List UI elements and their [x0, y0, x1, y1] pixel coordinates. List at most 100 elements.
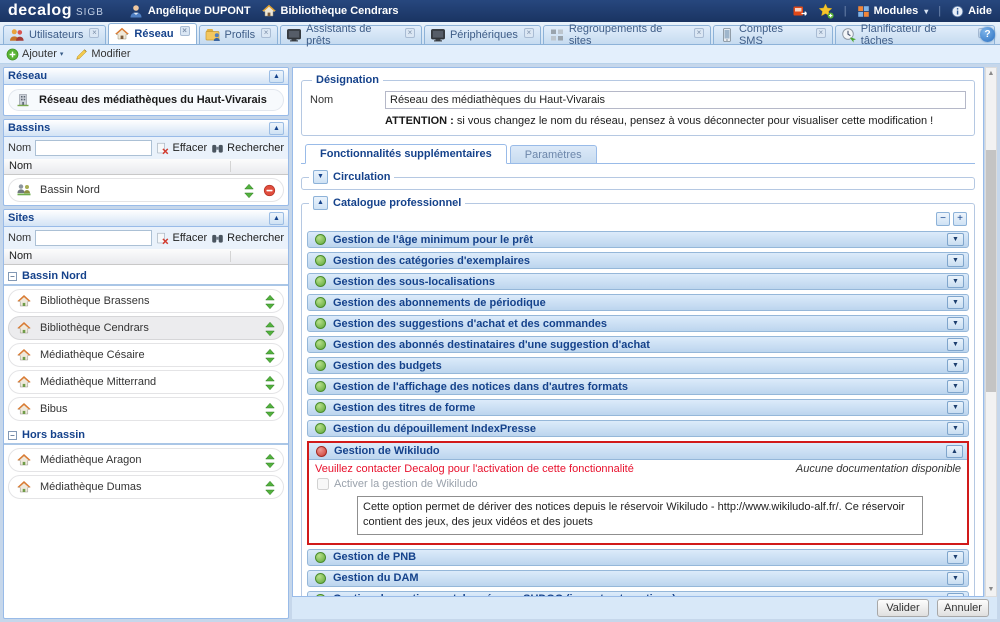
detail-tab[interactable]: Fonctionnalités supplémentaires	[305, 144, 507, 164]
sort-arrows-icon[interactable]	[243, 183, 255, 198]
bassins-filter-input[interactable]	[35, 140, 152, 156]
tree-collapse-icon[interactable]: –	[8, 431, 17, 440]
collapse-panel-icon[interactable]: ▲	[269, 70, 284, 83]
feature-header[interactable]: Gestion des budgets▼	[307, 357, 969, 374]
sites-column-header[interactable]: Nom	[4, 249, 288, 265]
network-item[interactable]: Réseau des médiathèques du Haut-Vivarais	[8, 89, 284, 111]
sort-arrows-icon[interactable]	[264, 480, 276, 495]
edit-button[interactable]: Modifier	[75, 48, 130, 61]
bassin-row[interactable]: Bassin Nord	[8, 178, 284, 202]
vertical-scrollbar[interactable]: ▲ ▼	[985, 67, 997, 597]
tab-close-icon[interactable]: ×	[816, 28, 826, 38]
feature-header[interactable]: Gestion de l'âge minimum pour le prêt▼	[307, 231, 969, 248]
expand-feature-icon[interactable]: ▼	[947, 380, 964, 393]
add-button[interactable]: Ajouter ▾	[6, 48, 63, 61]
export-icon[interactable]	[792, 3, 808, 19]
module-tab[interactable]: Assistants de prêts×	[280, 25, 422, 44]
expand-feature-icon[interactable]: ▼	[947, 233, 964, 246]
site-group-header[interactable]: –Hors bassin	[4, 424, 288, 445]
sort-arrows-icon[interactable]	[264, 321, 276, 336]
feature-header[interactable]: Gestion de Wikiludo▲	[309, 443, 967, 460]
tab-close-icon[interactable]: ×	[180, 26, 190, 36]
site-row[interactable]: Médiathèque Aragon	[8, 448, 284, 472]
collapse-panel-icon[interactable]: ▲	[269, 122, 284, 135]
expand-feature-icon[interactable]: ▼	[947, 551, 964, 564]
feature-header[interactable]: Gestion des titres de forme▼	[307, 399, 969, 416]
sort-arrows-icon[interactable]	[264, 348, 276, 363]
feature-header[interactable]: Gestion des notices cataloguées au SUDOC…	[307, 591, 969, 597]
module-tab[interactable]: Réseau×	[108, 23, 196, 44]
scroll-down-icon[interactable]: ▼	[986, 584, 996, 596]
feature-header[interactable]: Gestion de PNB▼	[307, 549, 969, 566]
sort-arrows-icon[interactable]	[264, 402, 276, 417]
scrollbar-track[interactable]	[986, 80, 996, 584]
expand-feature-icon[interactable]: ▼	[947, 338, 964, 351]
sort-arrows-icon[interactable]	[264, 453, 276, 468]
site-row[interactable]: Bibus	[8, 397, 284, 421]
current-user[interactable]: Angélique DUPONT	[128, 3, 251, 19]
nom-field-input[interactable]	[385, 91, 966, 109]
expand-feature-icon[interactable]: ▼	[947, 422, 964, 435]
tab-close-icon[interactable]: ×	[261, 28, 271, 38]
detail-tab[interactable]: Paramètres	[510, 145, 597, 163]
feature-header[interactable]: Gestion des abonnements de périodique▼	[307, 294, 969, 311]
tree-collapse-icon[interactable]: –	[8, 272, 17, 281]
site-row[interactable]: Médiathèque Mitterrand	[8, 370, 284, 394]
feature-header[interactable]: Gestion des suggestions d'achat et des c…	[307, 315, 969, 332]
favorite-star-icon[interactable]	[818, 3, 834, 19]
site-row[interactable]: Bibliothèque Brassens	[8, 289, 284, 313]
sites-search-button[interactable]: Rechercher	[211, 232, 284, 245]
delete-icon[interactable]	[263, 184, 276, 197]
scroll-up-icon[interactable]: ▲	[986, 68, 996, 80]
site-row[interactable]: Bibliothèque Cendrars	[8, 316, 284, 340]
help-icon[interactable]: ?	[980, 27, 995, 42]
module-tab[interactable]: Périphériques×	[424, 25, 541, 44]
feature-header[interactable]: Gestion des abonnés destinataires d'une …	[307, 336, 969, 353]
site-group-header[interactable]: –Bassin Nord	[4, 265, 288, 286]
module-tab[interactable]: Profils×	[199, 25, 279, 44]
bassins-search-button[interactable]: Rechercher	[211, 142, 284, 155]
expand-feature-icon[interactable]: ▼	[947, 593, 964, 597]
expand-all-button[interactable]: +	[953, 212, 967, 226]
feature-header[interactable]: Gestion du DAM▼	[307, 570, 969, 587]
expand-feature-icon[interactable]: ▼	[947, 401, 964, 414]
collapse-feature-icon[interactable]: ▲	[946, 445, 963, 458]
sites-filter-input[interactable]	[35, 230, 152, 246]
feature-header[interactable]: Gestion des catégories d'exemplaires▼	[307, 252, 969, 269]
feature-header[interactable]: Gestion du dépouillement IndexPresse▼	[307, 420, 969, 437]
expand-feature-icon[interactable]: ▼	[947, 317, 964, 330]
valider-button[interactable]: Valider	[877, 599, 929, 617]
expand-feature-icon[interactable]: ▼	[947, 296, 964, 309]
module-tab[interactable]: Comptes SMS×	[713, 25, 833, 44]
tab-close-icon[interactable]: ×	[89, 28, 99, 38]
collapse-panel-icon[interactable]: ▲	[269, 212, 284, 225]
help-menu[interactable]: Aide	[951, 5, 992, 18]
annuler-button[interactable]: Annuler	[937, 599, 989, 617]
sort-arrows-icon[interactable]	[264, 375, 276, 390]
collapse-all-button[interactable]: −	[936, 212, 950, 226]
expand-feature-icon[interactable]: ▼	[947, 572, 964, 585]
modules-menu[interactable]: Modules ▾	[857, 5, 929, 18]
sites-clear-button[interactable]: Effacer	[156, 232, 207, 245]
feature-header[interactable]: Gestion de l'affichage des notices dans …	[307, 378, 969, 395]
bassins-clear-button[interactable]: Effacer	[156, 142, 207, 155]
bassins-column-header[interactable]: Nom	[4, 159, 288, 175]
collapse-section-icon[interactable]: ▲	[313, 196, 328, 210]
sort-arrows-icon[interactable]	[264, 294, 276, 309]
expand-section-icon[interactable]: ▼	[313, 170, 328, 184]
site-row[interactable]: Médiathèque Dumas	[8, 475, 284, 499]
current-site[interactable]: Bibliothèque Cendrars	[261, 3, 399, 19]
scrollbar-thumb[interactable]	[986, 150, 996, 392]
site-row[interactable]: Médiathèque Césaire	[8, 343, 284, 367]
expand-feature-icon[interactable]: ▼	[947, 359, 964, 372]
tab-close-icon[interactable]: ×	[524, 28, 534, 38]
module-tab[interactable]: Planificateur de tâches×	[835, 25, 995, 44]
expand-feature-icon[interactable]: ▼	[947, 275, 964, 288]
tab-close-icon[interactable]: ×	[405, 28, 415, 38]
module-tab[interactable]: Regroupements de sites×	[543, 25, 711, 44]
expand-feature-icon[interactable]: ▼	[947, 254, 964, 267]
tab-close-icon[interactable]: ×	[694, 28, 704, 38]
feature-header[interactable]: Gestion des sous-localisations▼	[307, 273, 969, 290]
module-tab[interactable]: Utilisateurs×	[3, 25, 106, 44]
activate-checkbox[interactable]	[317, 478, 329, 490]
